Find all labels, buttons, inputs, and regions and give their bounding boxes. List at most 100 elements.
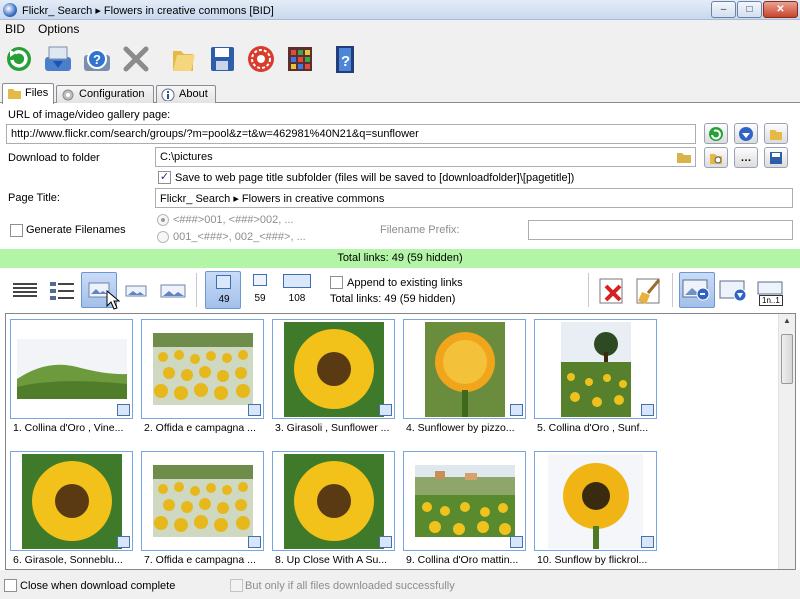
link-badge-icon bbox=[641, 404, 654, 416]
scroll-thumb[interactable] bbox=[781, 334, 793, 384]
view-medium-thumbs-button[interactable] bbox=[118, 273, 154, 309]
list-icon bbox=[13, 283, 37, 297]
fetch-button[interactable] bbox=[734, 123, 758, 144]
go-button[interactable] bbox=[704, 123, 728, 144]
grid-button[interactable] bbox=[283, 41, 317, 77]
visible-count: 49 bbox=[218, 294, 230, 305]
only-if-success-checkbox[interactable] bbox=[230, 579, 243, 592]
preview-button[interactable] bbox=[679, 272, 715, 308]
menu-options[interactable]: Options bbox=[38, 22, 79, 36]
radio-prefix-number[interactable] bbox=[157, 214, 169, 226]
thumbnail-item[interactable] bbox=[272, 319, 395, 419]
generate-filenames-label: Generate Filenames bbox=[26, 224, 126, 236]
clear-list-button[interactable] bbox=[631, 273, 667, 309]
thumbnail-image bbox=[142, 320, 263, 418]
browse-folder-icon[interactable] bbox=[676, 150, 692, 164]
thumbnail-item[interactable] bbox=[10, 319, 133, 419]
gallery-scrollbar[interactable]: ▲ bbox=[778, 314, 795, 569]
folder-icon bbox=[173, 51, 195, 71]
delete-selected-button[interactable] bbox=[594, 273, 630, 309]
menu-bid[interactable]: BID bbox=[5, 22, 25, 36]
url-label: URL of image/video gallery page: bbox=[8, 109, 171, 121]
thumbnail-image bbox=[273, 320, 394, 418]
generate-filenames-checkbox[interactable] bbox=[10, 224, 23, 237]
open-url-button[interactable] bbox=[764, 123, 788, 144]
rename-sequence-button[interactable]: 1n..1 bbox=[753, 273, 789, 309]
tab-configuration[interactable]: Configuration bbox=[56, 85, 154, 103]
download-folder-input[interactable]: C:\pictures bbox=[155, 147, 696, 167]
link-badge-icon bbox=[379, 404, 392, 416]
main-toolbar: ? ? bbox=[0, 38, 800, 80]
help-icon: ? bbox=[84, 49, 110, 71]
thumbnail-item[interactable] bbox=[403, 319, 526, 419]
thumbnail-image bbox=[404, 320, 525, 418]
link-badge-icon bbox=[117, 404, 130, 416]
download-folder-label: Download to folder bbox=[8, 152, 100, 164]
view-details-button[interactable] bbox=[7, 273, 43, 309]
refresh-button[interactable] bbox=[2, 41, 36, 77]
maximize-button[interactable]: □ bbox=[737, 1, 762, 18]
subfolder-label: Save to web page title subfolder (files … bbox=[175, 172, 575, 184]
tab-about[interactable]: About bbox=[156, 85, 216, 103]
small-thumbnail-icon bbox=[160, 284, 186, 298]
thumbnail-item[interactable] bbox=[534, 451, 657, 551]
radio-number-prefix[interactable] bbox=[157, 231, 169, 243]
thumbnail-caption: 2. Offida e campagna ... bbox=[144, 422, 256, 434]
subfolder-checkbox[interactable]: ✓ bbox=[158, 171, 171, 184]
menu-bar: BID Options bbox=[0, 20, 800, 38]
help-button[interactable]: ? bbox=[80, 41, 114, 77]
thumbnail-caption: 10. Sunflow by flickrol... bbox=[537, 554, 648, 566]
arrow-down-icon bbox=[739, 126, 753, 141]
thumbnail-item[interactable] bbox=[534, 319, 657, 419]
refresh-icon bbox=[709, 126, 723, 141]
url-input[interactable]: http://www.flickr.com/search/groups/?m=p… bbox=[6, 124, 696, 144]
thumbnail-caption: 8. Up Close With A Su... bbox=[275, 554, 388, 566]
open-folder-button[interactable] bbox=[704, 147, 728, 168]
cancel-button[interactable] bbox=[119, 41, 153, 77]
thumbnail-item[interactable] bbox=[403, 451, 526, 551]
save-folder-button[interactable] bbox=[764, 147, 788, 168]
minimize-button[interactable]: – bbox=[711, 1, 736, 18]
thumbnail-item[interactable] bbox=[141, 451, 264, 551]
filter-visible-button[interactable]: 49 bbox=[205, 271, 241, 309]
filter-all-button[interactable]: 108 bbox=[279, 271, 315, 309]
close-when-complete-label: Close when download complete bbox=[20, 580, 176, 592]
toolbar-separator bbox=[588, 273, 589, 307]
view-small-thumbs-button[interactable] bbox=[155, 273, 191, 309]
link-badge-icon bbox=[248, 536, 261, 548]
thumbnail-item[interactable] bbox=[10, 451, 133, 551]
download-button[interactable] bbox=[41, 41, 75, 77]
info-button[interactable]: ? bbox=[328, 41, 362, 77]
scroll-up-icon[interactable]: ▲ bbox=[781, 316, 793, 329]
link-badge-icon bbox=[510, 404, 523, 416]
download-selected-button[interactable] bbox=[716, 273, 752, 309]
thumbnail-caption: 3. Girasoli , Sunflower ... bbox=[275, 422, 390, 434]
filename-prefix-label: Filename Prefix: bbox=[380, 224, 460, 236]
more-button[interactable]: … bbox=[734, 147, 758, 168]
thumbnail-item[interactable] bbox=[272, 451, 395, 551]
filename-prefix-input[interactable] bbox=[528, 220, 793, 240]
thumbnail-image bbox=[142, 452, 263, 550]
thumbnail-image bbox=[11, 452, 132, 550]
close-when-complete-checkbox[interactable] bbox=[4, 579, 17, 592]
save-icon bbox=[770, 151, 782, 164]
thumbnail-item[interactable] bbox=[141, 319, 264, 419]
view-list-button[interactable] bbox=[44, 273, 80, 309]
settings-icon bbox=[248, 46, 274, 72]
append-checkbox[interactable] bbox=[330, 276, 343, 289]
app-icon bbox=[3, 3, 17, 17]
settings-button[interactable] bbox=[244, 41, 278, 77]
tab-files[interactable]: Files bbox=[2, 83, 54, 104]
thumbnail-gallery: 1. Collina d'Oro , Vine... 2. Offida e ca… bbox=[5, 313, 796, 570]
page-title-input[interactable]: Flickr_ Search ▸ Flowers in creative com… bbox=[155, 188, 793, 208]
close-button[interactable]: ✕ bbox=[763, 1, 798, 18]
link-badge-icon bbox=[117, 536, 130, 548]
delete-icon bbox=[599, 278, 623, 304]
detail-list-icon bbox=[50, 282, 74, 300]
magnifier-folder-icon bbox=[710, 153, 722, 164]
open-folder-button[interactable] bbox=[166, 41, 200, 77]
save-button[interactable] bbox=[205, 41, 239, 77]
svg-text:?: ? bbox=[93, 52, 101, 67]
filter-hidden-button[interactable]: 59 bbox=[242, 271, 278, 309]
thumbnail-caption: 9. Collina d'Oro mattin... bbox=[406, 554, 519, 566]
